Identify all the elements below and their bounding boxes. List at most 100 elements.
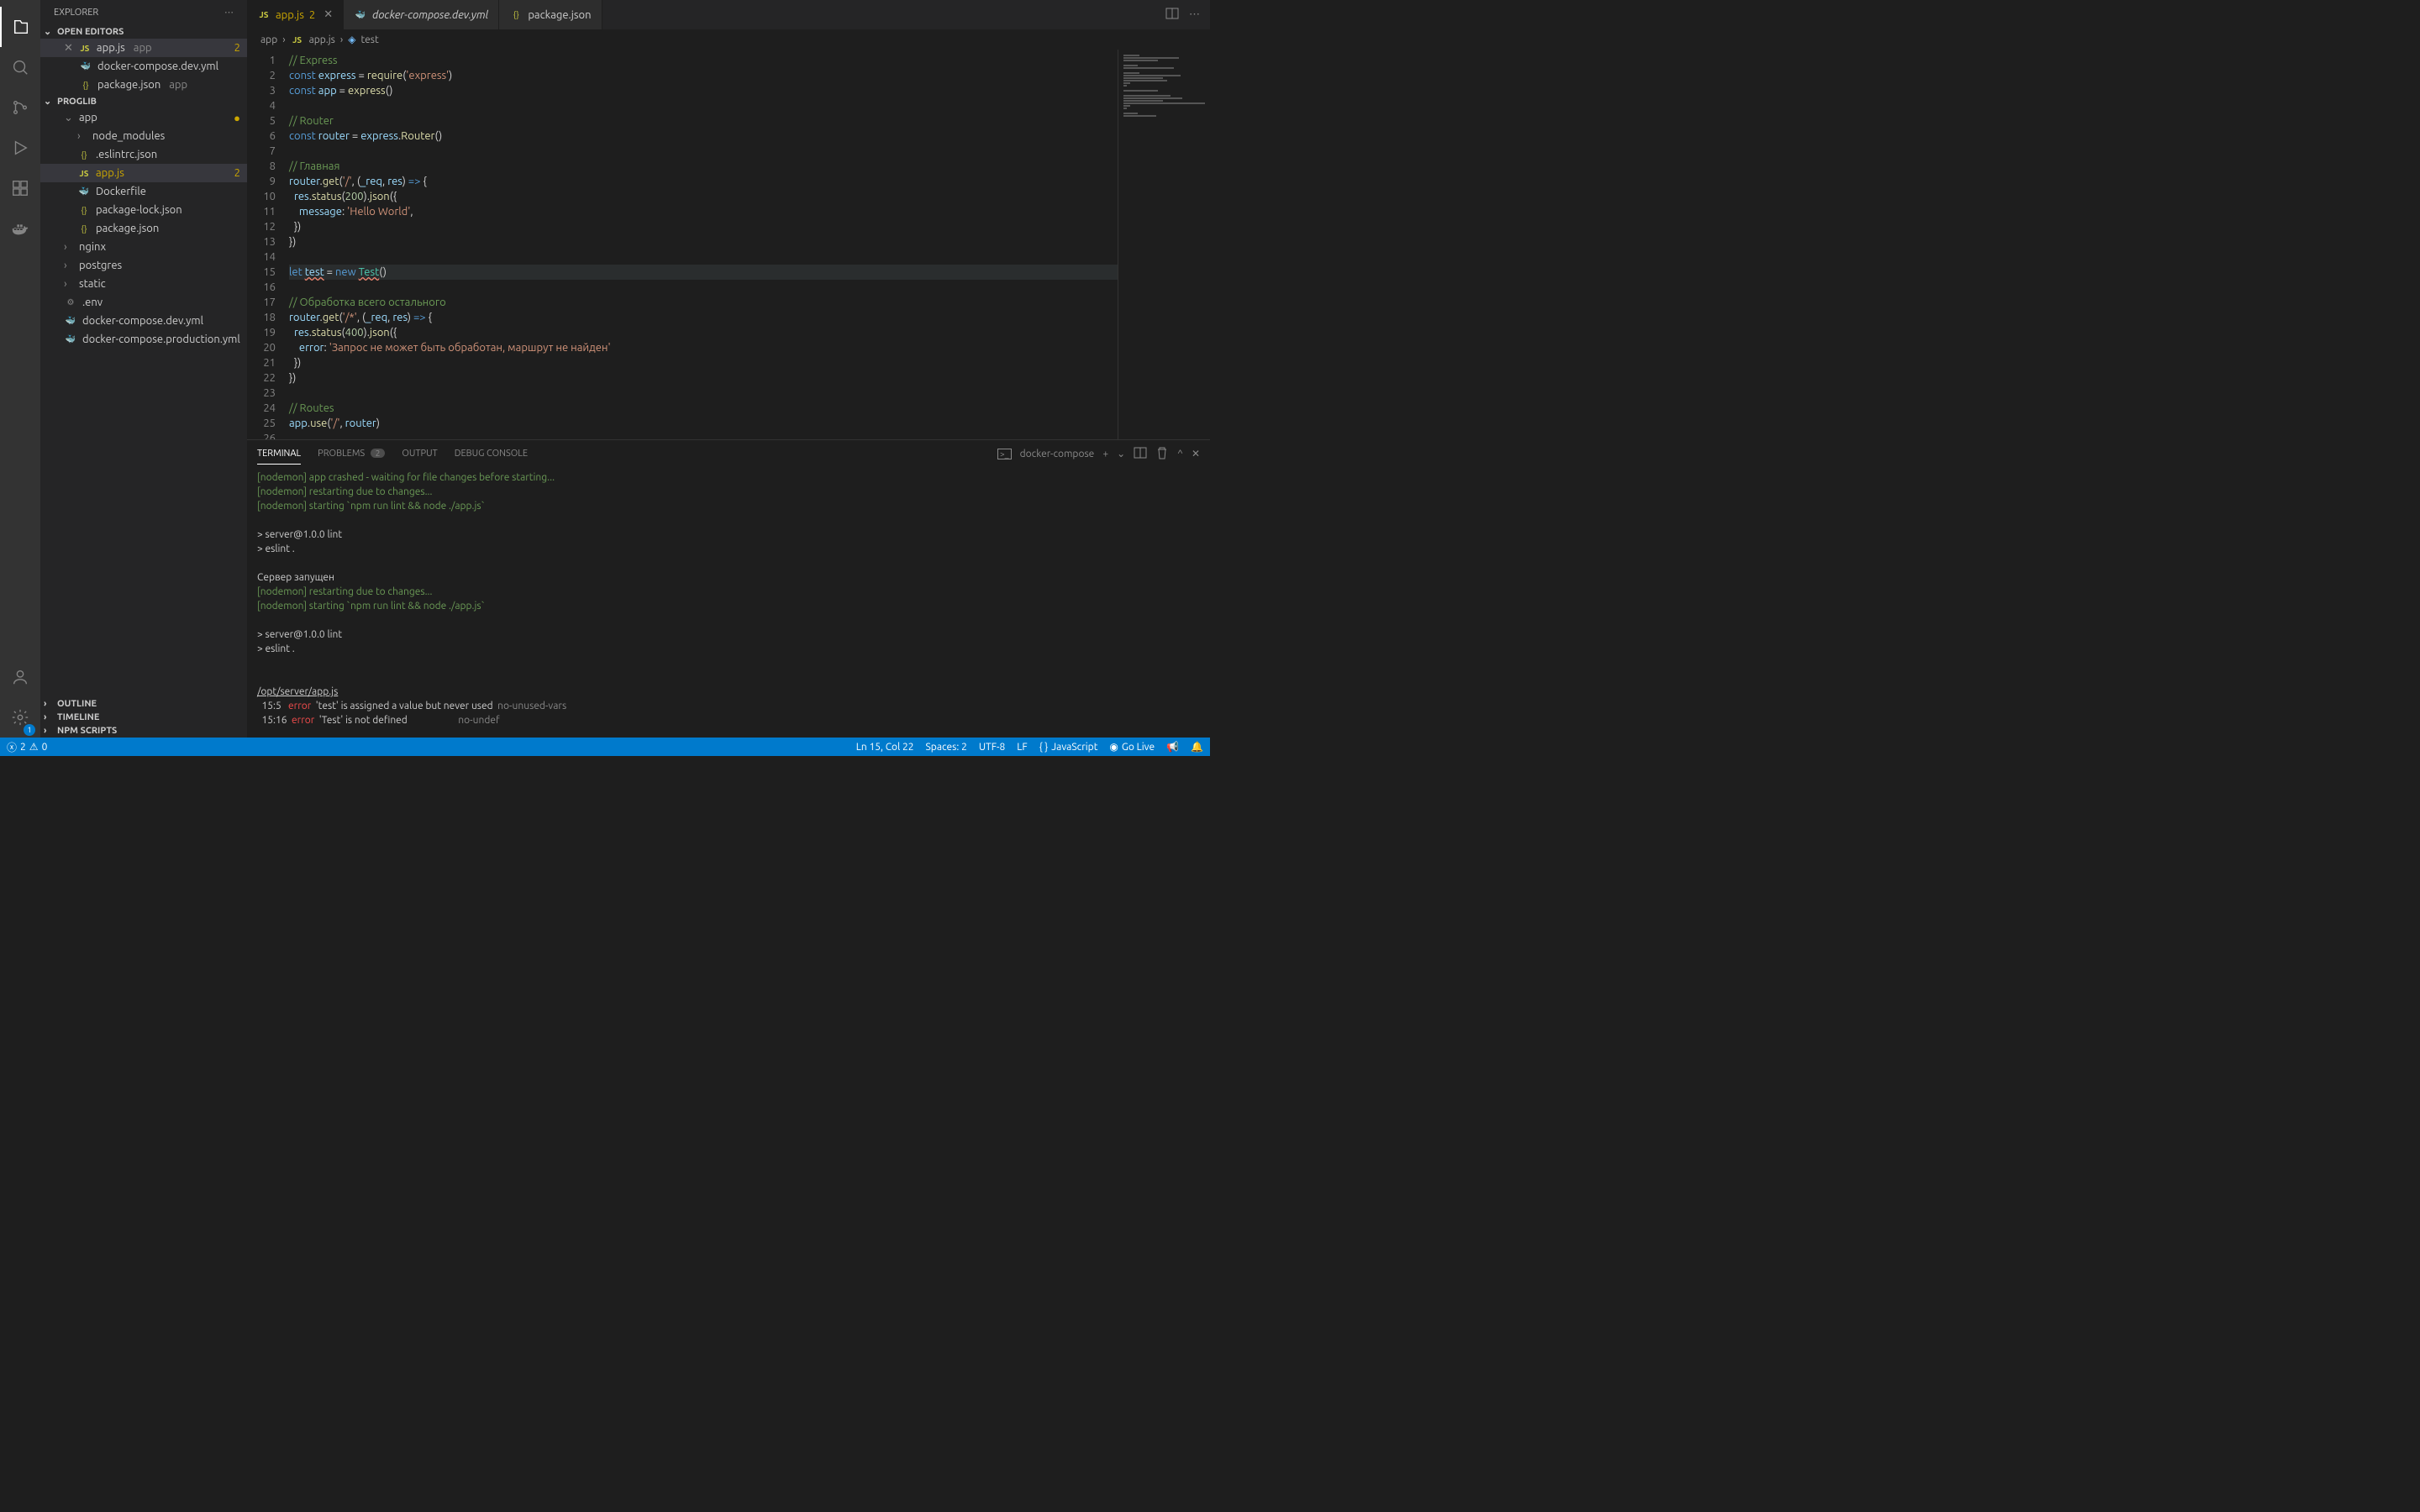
split-editor-icon[interactable] [1165,7,1179,23]
json-icon: {} [77,148,91,161]
tab-debug-console[interactable]: DEBUG CONSOLE [455,444,528,464]
status-go-live[interactable]: ◉ Go Live [1109,741,1155,753]
terminal-content[interactable]: [nodemon] app crashed - waiting for file… [247,467,1210,738]
file-dir: app [169,79,187,91]
new-terminal-icon[interactable]: + [1102,449,1108,459]
tree-item[interactable]: ›node_modules [40,127,247,145]
chevron-icon: › [77,130,87,142]
tree-item[interactable]: {}package-lock.json [40,201,247,219]
tree-item-label: static [79,278,106,290]
open-editors-list: ✕JSapp.jsapp2🐳docker-compose.dev.yml{}pa… [40,39,247,94]
js-icon: JS [78,41,92,55]
editor-tab[interactable]: JSapp.js2✕ [247,0,344,29]
search-icon[interactable] [0,47,40,87]
terminal-dropdown-icon[interactable]: ⌄ [1117,448,1125,459]
modified-dot: ● [234,112,240,124]
npm-header[interactable]: › NPM SCRIPTS [40,724,247,738]
tree-item[interactable]: {} .eslintrc.json [40,145,247,164]
tree-item[interactable]: ›static [40,275,247,293]
symbol-icon: ◈ [348,34,355,45]
project-header[interactable]: ⌄ PROGLIB [40,94,247,108]
debug-icon[interactable] [0,128,40,168]
tree-item-label: .eslintrc.json [96,149,157,160]
status-errors[interactable]: ⓧ2 ⚠0 [7,740,47,754]
chevron-down-icon: ⌄ [44,26,54,37]
account-icon[interactable] [0,657,40,697]
docker-icon[interactable] [0,208,40,249]
outline-header[interactable]: › OUTLINE [40,697,247,711]
minimap[interactable] [1118,50,1210,439]
tab-label: package.json [528,9,591,21]
sidebar-title: EXPLORER ⋯ [40,0,247,24]
tree-item[interactable]: ›nginx [40,238,247,256]
more-icon[interactable]: ⋯ [1189,8,1200,21]
maximize-icon[interactable]: ^ [1177,449,1183,459]
tree-item[interactable]: 🐳Dockerfile [40,182,247,201]
breadcrumb-item[interactable]: app [260,34,277,45]
chevron-icon: › [64,260,74,271]
terminal-launch-icon[interactable]: >_ [997,449,1012,459]
json-icon: {} [79,78,92,92]
terminal-shell-label[interactable]: docker-compose [1020,449,1095,459]
editor-tab[interactable]: 🐳docker-compose.dev.yml [344,0,499,29]
status-feedback-icon[interactable]: 📢 [1166,741,1179,753]
docker-icon: 🐳 [64,333,77,346]
split-terminal-icon[interactable] [1134,446,1147,462]
open-editor-item[interactable]: 🐳docker-compose.dev.yml [40,57,247,76]
explorer-icon[interactable] [0,7,40,47]
trash-icon[interactable] [1155,446,1169,462]
status-bar: ⓧ2 ⚠0 Ln 15, Col 22 Spaces: 2 UTF-8 LF {… [0,738,1210,756]
json-icon: {} [509,8,523,22]
bottom-panel: TERMINAL PROBLEMS 2 OUTPUT DEBUG CONSOLE… [247,439,1210,738]
tab-problems[interactable]: PROBLEMS 2 [318,444,385,464]
source-control-icon[interactable] [0,87,40,128]
activity-bar [0,0,40,738]
status-eol[interactable]: LF [1017,742,1027,753]
status-spaces[interactable]: Spaces: 2 [926,742,967,753]
tab-output[interactable]: OUTPUT [402,444,437,464]
gear-icon: ⚙ [64,296,77,309]
status-ln-col[interactable]: Ln 15, Col 22 [856,742,914,753]
docker-icon: 🐳 [77,185,91,198]
breadcrumb[interactable]: app › JS app.js › ◈ test [247,29,1210,50]
code-content[interactable]: // Express const express = require('expr… [289,50,1118,439]
close-icon[interactable]: ✕ [324,8,333,21]
extensions-icon[interactable] [0,168,40,208]
more-icon[interactable]: ⋯ [224,7,234,18]
status-go-live-label: Go Live [1122,742,1155,753]
open-editor-item[interactable]: ✕JSapp.jsapp2 [40,39,247,57]
project-label: PROGLIB [57,97,97,107]
npm-label: NPM SCRIPTS [57,726,117,736]
docker-icon: 🐳 [79,60,92,73]
tree-item[interactable]: ⚙.env [40,293,247,312]
tree-item[interactable]: ⌄app● [40,108,247,127]
close-panel-icon[interactable]: ✕ [1192,448,1200,459]
editor-tab[interactable]: {} package.json [499,0,602,29]
tree-item[interactable]: JSapp.js2 [40,164,247,182]
close-icon[interactable]: ✕ [64,42,73,55]
tree-item-label: package-lock.json [96,204,182,216]
tree-item[interactable]: {}package.json [40,219,247,238]
js-icon: JS [77,166,91,180]
tree-item[interactable]: 🐳docker-compose.dev.yml [40,312,247,330]
open-editors-label: OPEN EDITORS [57,27,124,37]
open-editor-item[interactable]: {}package.jsonapp [40,76,247,94]
tree-item-label: docker-compose.production.yml [82,333,240,345]
status-errors-count: 2 [20,742,26,753]
tree-item[interactable]: 🐳 docker-compose.production.yml [40,330,247,349]
open-editors-header[interactable]: ⌄ OPEN EDITORS [40,24,247,39]
breadcrumb-item[interactable]: app.js [309,34,335,45]
status-bell-icon[interactable]: 🔔 [1191,741,1203,753]
braces-icon: { } [1039,742,1049,753]
tab-terminal[interactable]: TERMINAL [257,444,301,465]
chevron-right-icon: › [44,712,54,722]
settings-icon[interactable] [0,697,40,738]
tab-badge: 2 [309,9,315,21]
timeline-header[interactable]: › TIMELINE [40,711,247,724]
editor[interactable]: 1234567891011121314151617181920212223242… [247,50,1210,439]
status-encoding[interactable]: UTF-8 [979,742,1005,753]
tree-item[interactable]: ›postgres [40,256,247,275]
status-language[interactable]: { } JavaScript [1039,742,1098,753]
chevron-icon: › [64,241,74,253]
breadcrumb-item[interactable]: test [360,34,378,45]
